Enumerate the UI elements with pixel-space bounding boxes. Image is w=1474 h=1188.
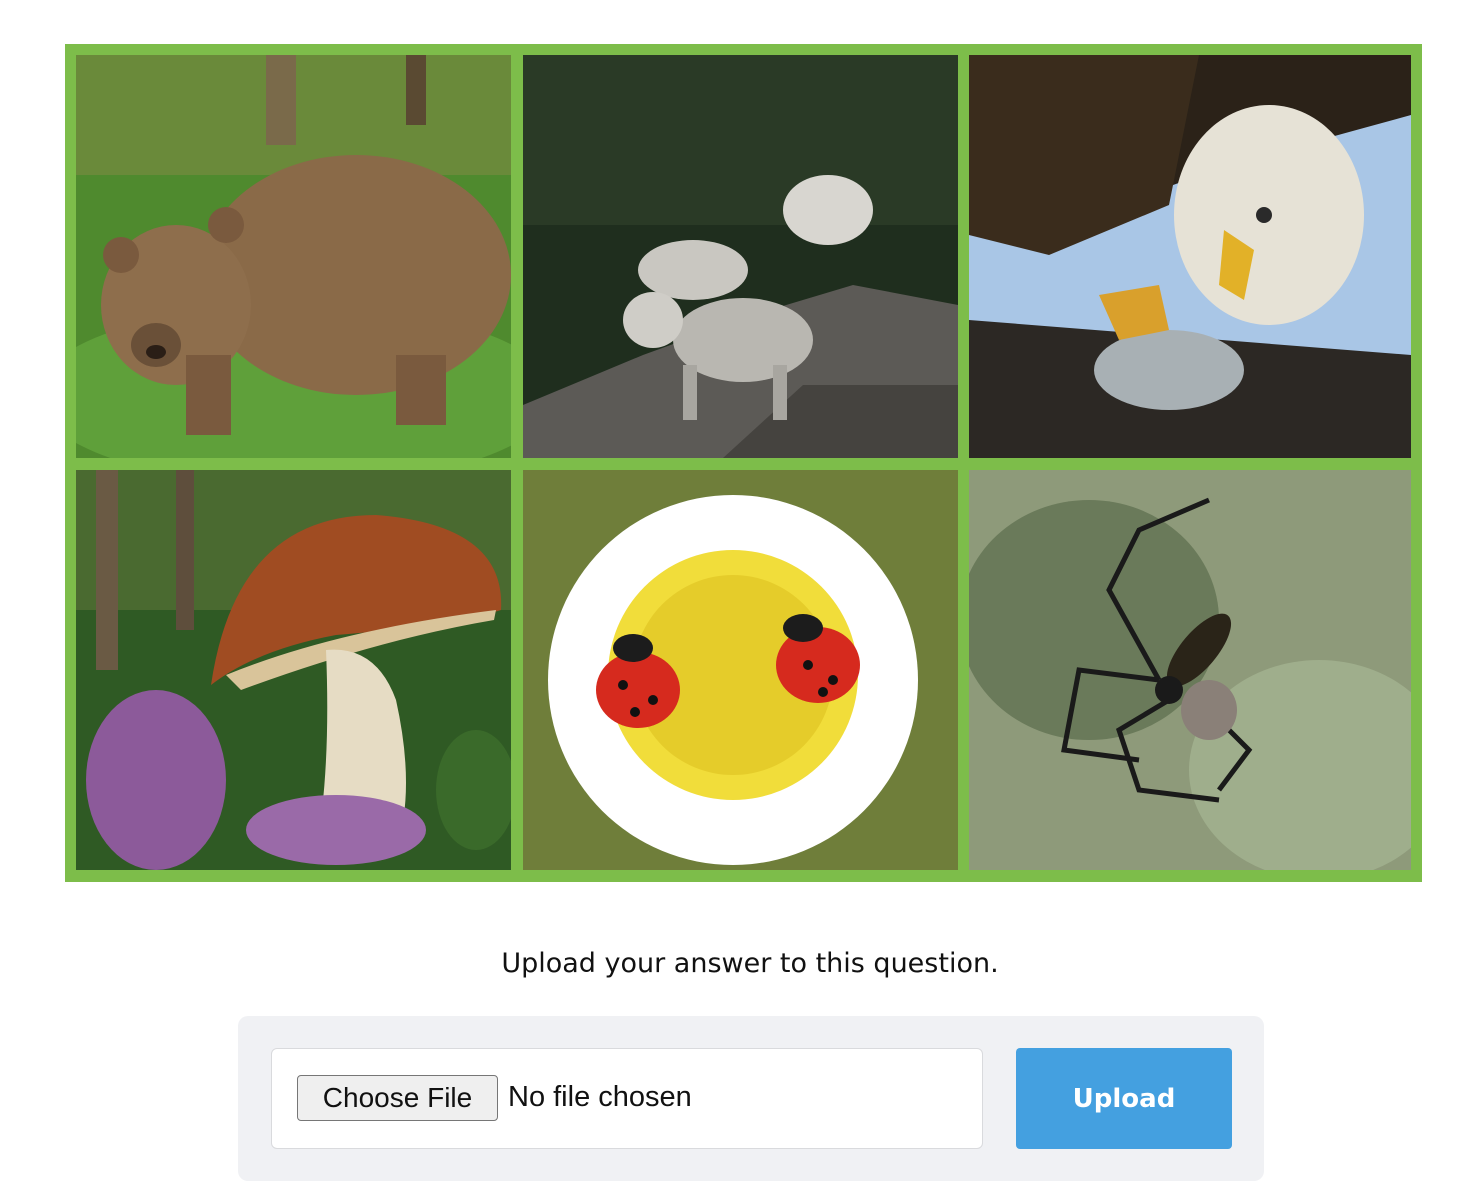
file-status-text: No file chosen — [508, 1081, 692, 1113]
file-input[interactable]: Choose File No file chosen — [271, 1048, 983, 1149]
ladybugs-image — [523, 470, 958, 870]
upload-button[interactable]: Upload — [1016, 1048, 1232, 1149]
spider-image — [969, 470, 1411, 870]
bear-image — [76, 55, 511, 458]
choose-file-button[interactable]: Choose File — [297, 1075, 498, 1121]
wolves-image — [523, 55, 958, 458]
mushroom-image — [76, 470, 511, 870]
upload-panel: Choose File No file chosen Upload — [238, 1016, 1264, 1181]
eagle-image — [969, 55, 1411, 458]
image-gallery — [65, 44, 1422, 882]
question-prompt: Upload your answer to this question. — [501, 948, 999, 979]
